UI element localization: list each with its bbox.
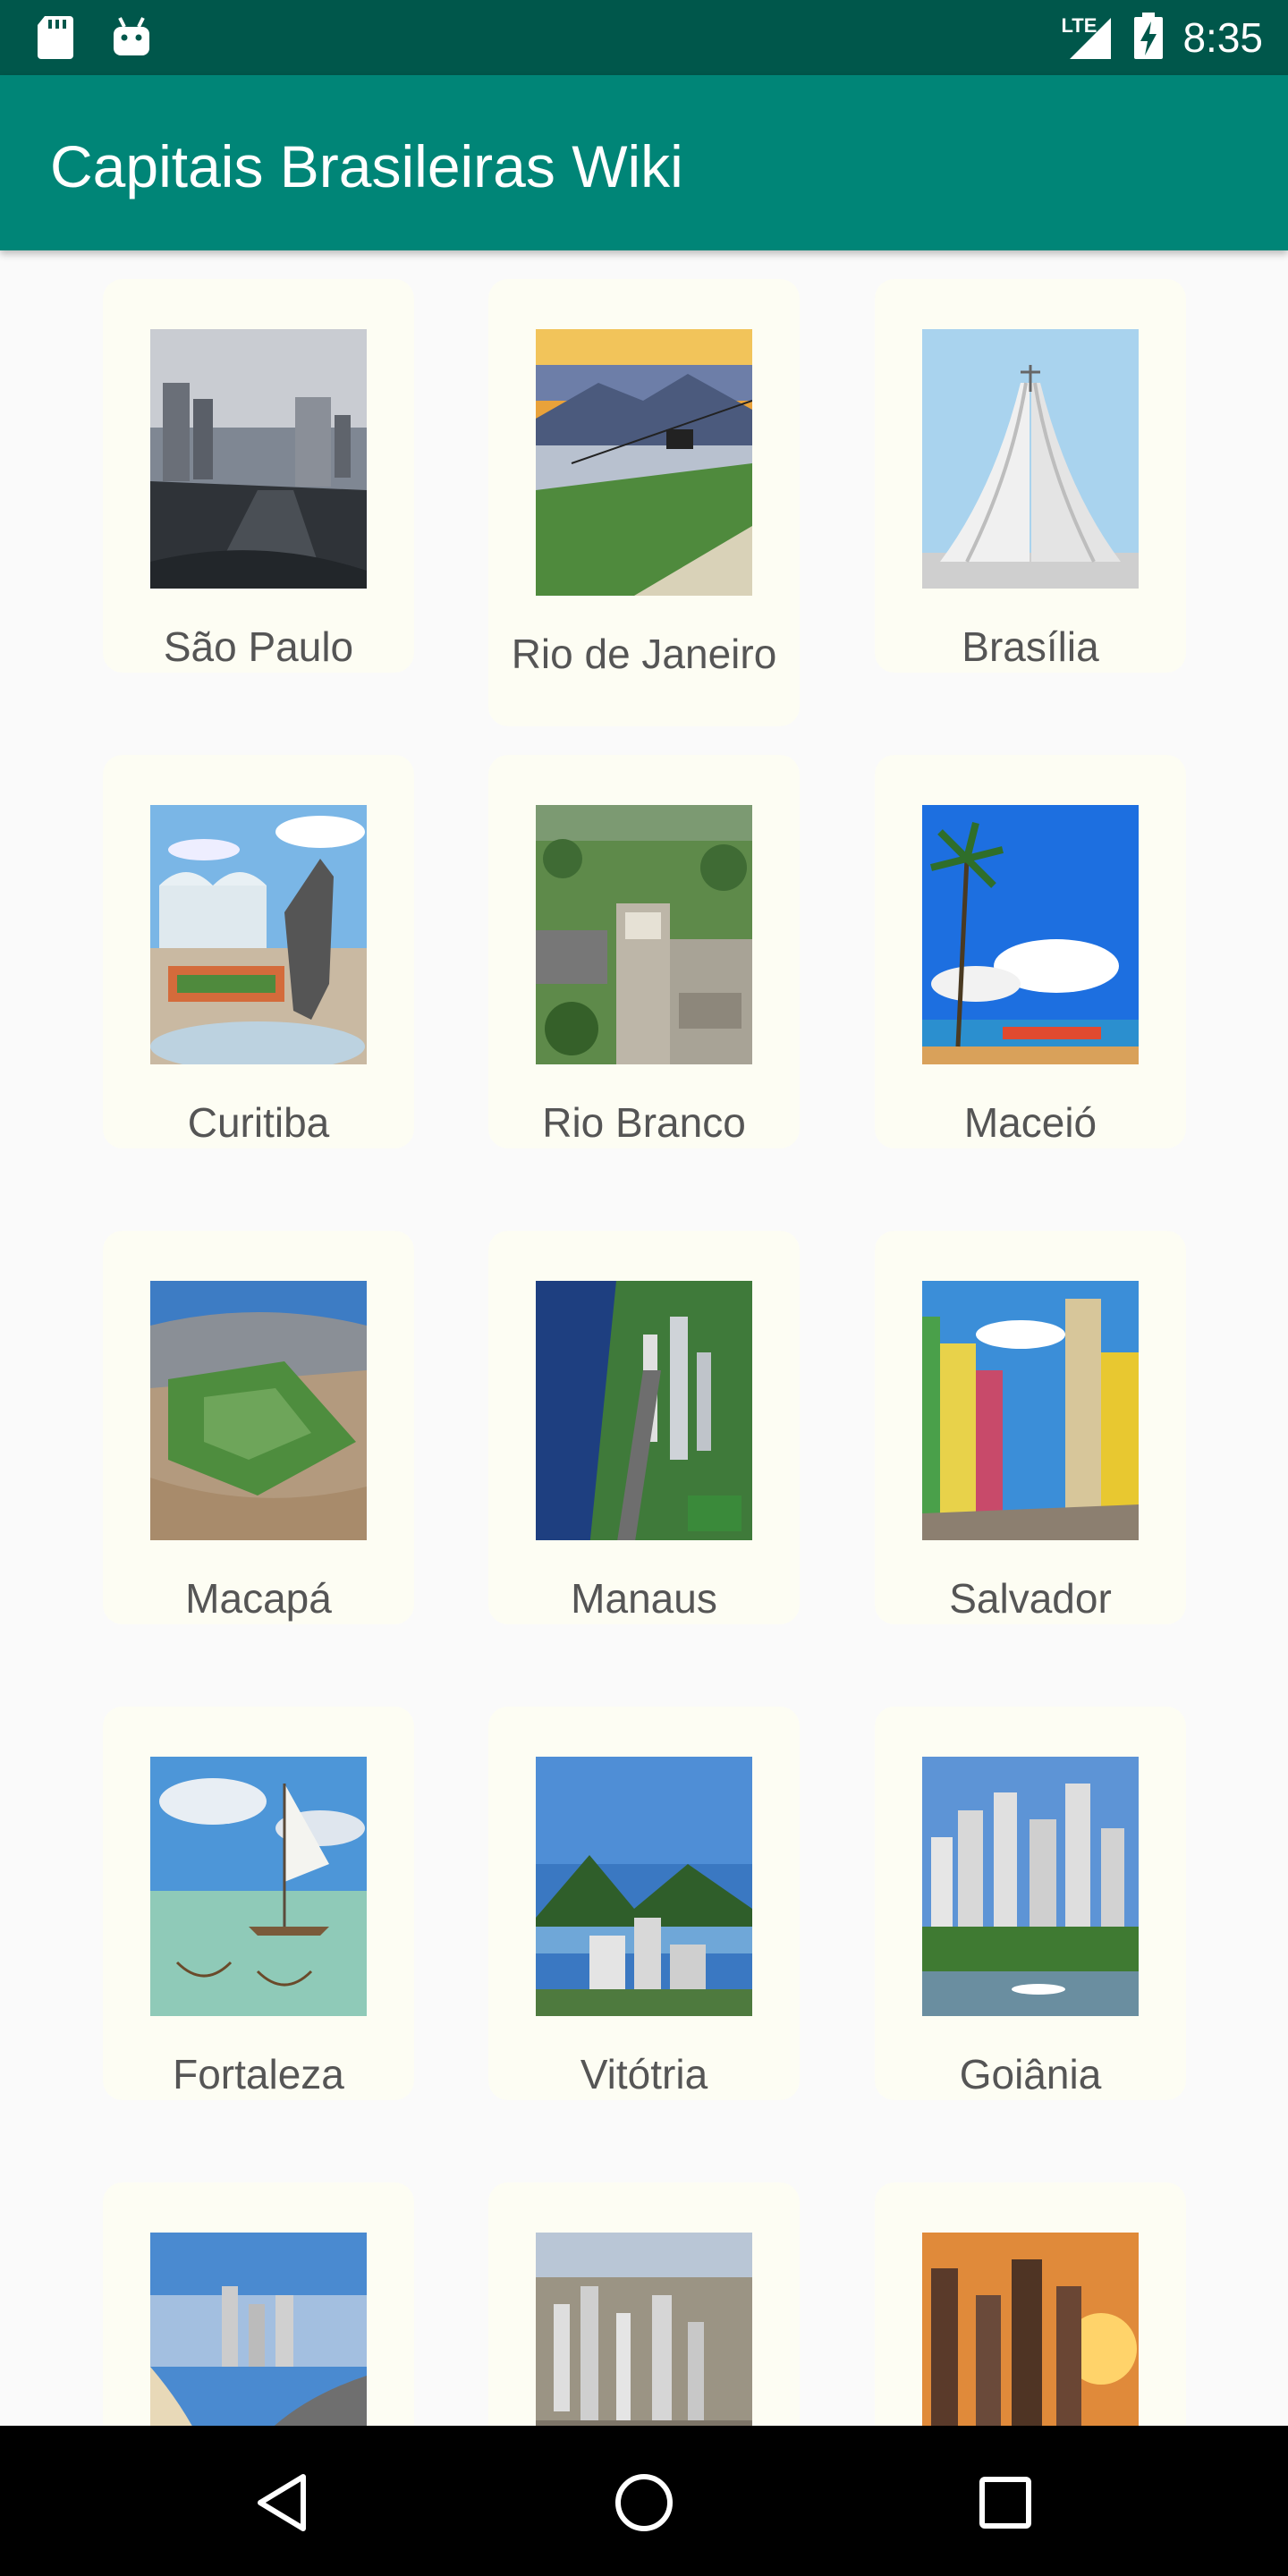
city-photo — [150, 2233, 367, 2426]
android-icon — [111, 14, 152, 64]
city-card[interactable] — [103, 2182, 414, 2426]
navigation-bar — [0, 2426, 1288, 2576]
home-button[interactable] — [606, 2465, 682, 2540]
city-photo — [536, 805, 752, 1064]
back-button[interactable] — [245, 2465, 320, 2540]
city-photo — [922, 1757, 1139, 2016]
city-photo — [922, 329, 1139, 589]
city-name: Goiânia — [959, 2051, 1102, 2097]
city-card[interactable] — [875, 2182, 1186, 2426]
city-photo — [150, 329, 367, 589]
city-card-rio-branco[interactable]: Rio Branco — [488, 755, 800, 1148]
battery-charging-icon — [1132, 11, 1165, 65]
city-grid-scroll[interactable]: São Paulo Rio de Janeiro Brasília Curiti… — [0, 250, 1288, 2426]
city-card-rio-de-janeiro[interactable]: Rio de Janeiro — [488, 279, 800, 726]
city-card-goiania[interactable]: Goiânia — [875, 1707, 1186, 2100]
city-photo — [536, 2233, 752, 2426]
city-name: Manaus — [571, 1575, 717, 1622]
city-photo — [150, 1757, 367, 2016]
city-photo — [150, 1281, 367, 1540]
city-card-macapa[interactable]: Macapá — [103, 1231, 414, 1624]
recents-icon — [979, 2477, 1031, 2529]
city-name: Salvador — [949, 1575, 1112, 1622]
city-photo — [922, 805, 1139, 1064]
city-photo — [922, 2233, 1139, 2426]
city-card-brasilia[interactable]: Brasília — [875, 279, 1186, 673]
city-photo — [922, 1281, 1139, 1540]
city-photo — [536, 1281, 752, 1540]
city-photo — [536, 329, 752, 596]
back-icon — [258, 2474, 306, 2531]
city-photo — [150, 805, 367, 1064]
city-card-manaus[interactable]: Manaus — [488, 1231, 800, 1624]
city-card-curitiba[interactable]: Curitiba — [103, 755, 414, 1148]
home-icon — [615, 2474, 673, 2531]
city-name: Rio de Janeiro — [511, 631, 777, 677]
recents-button[interactable] — [968, 2465, 1043, 2540]
status-bar: LTE 8:35 — [0, 0, 1288, 75]
city-name: Rio Branco — [542, 1099, 746, 1146]
sd-card-icon — [36, 14, 75, 64]
city-name: Macapá — [185, 1575, 332, 1622]
signal-icon: LTE — [1061, 13, 1114, 63]
city-card-maceio[interactable]: Maceió — [875, 755, 1186, 1148]
city-card-sao-paulo[interactable]: São Paulo — [103, 279, 414, 673]
network-type-label: LTE — [1061, 14, 1097, 37]
city-name: Vitótria — [580, 2051, 708, 2097]
city-name: São Paulo — [163, 623, 354, 670]
city-card-vitoria[interactable]: Vitótria — [488, 1707, 800, 2100]
city-name: Maceió — [963, 1099, 1097, 1146]
clock: 8:35 — [1182, 14, 1263, 61]
city-name: Fortaleza — [173, 2051, 344, 2097]
city-card-fortaleza[interactable]: Fortaleza — [103, 1707, 414, 2100]
city-card-salvador[interactable]: Salvador — [875, 1231, 1186, 1624]
city-card[interactable] — [488, 2182, 800, 2426]
app-title: Capitais Brasileiras Wiki — [50, 133, 683, 199]
city-name: Brasília — [962, 623, 1099, 670]
city-name: Curitiba — [187, 1099, 330, 1146]
app-bar: Capitais Brasileiras Wiki — [0, 75, 1288, 250]
city-photo — [536, 1757, 752, 2016]
